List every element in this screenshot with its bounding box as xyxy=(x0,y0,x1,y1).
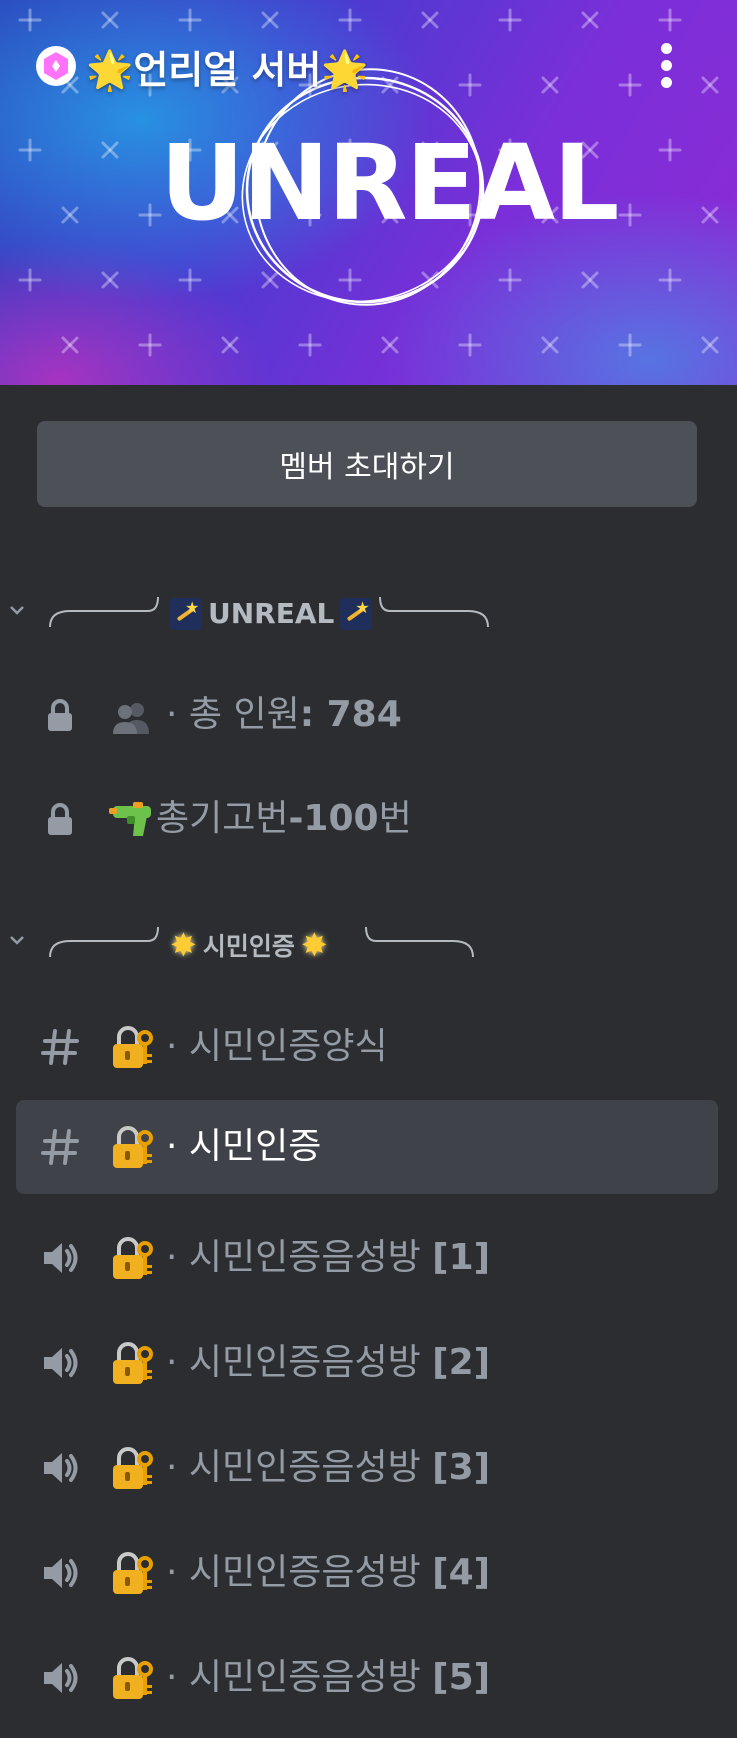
lock-with-key-icon xyxy=(113,1552,153,1594)
category-unreal[interactable]: UNREAL xyxy=(0,585,737,645)
category-citizen-verification[interactable]: ✸ 시민인증 ✸ xyxy=(0,915,737,975)
water-pistol-icon xyxy=(109,802,151,836)
server-name: 🌟언리얼 서버🌟 xyxy=(86,47,369,92)
lock-icon xyxy=(48,699,72,731)
boost-badge-icon xyxy=(36,46,76,86)
invite-members-button[interactable]: 멤버 초대하기 xyxy=(37,421,697,507)
lock-with-key-icon xyxy=(113,1237,153,1279)
channel-name: · 시민인증음성방 [1] xyxy=(166,1237,491,1278)
hashtag-icon xyxy=(41,1129,79,1165)
speaker-icon xyxy=(44,1663,78,1693)
hashtag-icon xyxy=(41,1029,79,1065)
chevron-down-icon xyxy=(10,936,24,945)
lock-icon xyxy=(48,803,72,835)
text-channel-1[interactable]: · 시민인증양식 xyxy=(16,1000,718,1094)
category-label: UNREAL xyxy=(208,597,335,630)
chevron-down-icon xyxy=(10,606,24,615)
channel-name: · 시민인증양식 xyxy=(166,1026,388,1067)
server-banner: UNREAL 🌟언리얼 서버🌟 xyxy=(0,0,737,385)
shooting-star-icon xyxy=(340,597,373,630)
server-header[interactable]: 🌟언리얼 서버🌟 xyxy=(36,40,369,92)
channel-name: 총기고번-100번 xyxy=(156,798,412,839)
voice-channel-4[interactable]: · 시민인증음성방 [2] xyxy=(16,1316,718,1410)
lock-with-key-icon xyxy=(113,1342,153,1384)
glowing-star-icon: ✸ xyxy=(300,926,328,964)
glowing-star-icon: ✸ xyxy=(170,926,197,964)
more-options-icon[interactable] xyxy=(655,40,679,90)
banner-logo-text: UNREAL xyxy=(160,122,619,244)
channel-name: · 시민인증음성방 [2] xyxy=(166,1342,491,1383)
lock-with-key-icon xyxy=(113,1657,153,1699)
channel-name: · 총 인원: 784 xyxy=(166,694,402,735)
voice-channel-5[interactable]: · 시민인증음성방 [3] xyxy=(16,1421,718,1515)
lock-with-key-icon xyxy=(113,1126,153,1168)
voice-channel-7[interactable]: · 시민인증음성방 [5] xyxy=(16,1631,718,1725)
speaker-icon xyxy=(44,1243,78,1273)
channel-name: · 시민인증음성방 [4] xyxy=(166,1552,491,1593)
channel-total-members[interactable]: · 총 인원: 784 xyxy=(16,668,718,762)
text-channel-2[interactable]: · 시민인증 xyxy=(16,1100,718,1194)
people-silhouette-icon xyxy=(113,703,149,734)
lock-with-key-icon xyxy=(113,1026,153,1068)
speaker-icon xyxy=(44,1453,78,1483)
speaker-icon xyxy=(44,1348,78,1378)
shooting-star-icon xyxy=(170,597,202,630)
lock-with-key-icon xyxy=(113,1447,153,1489)
speaker-icon xyxy=(44,1558,78,1588)
channel-name: · 시민인증 xyxy=(166,1126,322,1167)
voice-channel-3[interactable]: · 시민인증음성방 [1] xyxy=(16,1211,718,1305)
channel-gun-number[interactable]: 총기고번-100번 xyxy=(16,772,718,866)
channel-name: · 시민인증음성방 [3] xyxy=(166,1447,491,1488)
category-label: 시민인증 xyxy=(202,932,295,961)
channel-name: · 시민인증음성방 [5] xyxy=(166,1657,491,1698)
voice-channel-6[interactable]: · 시민인증음성방 [4] xyxy=(16,1526,718,1620)
